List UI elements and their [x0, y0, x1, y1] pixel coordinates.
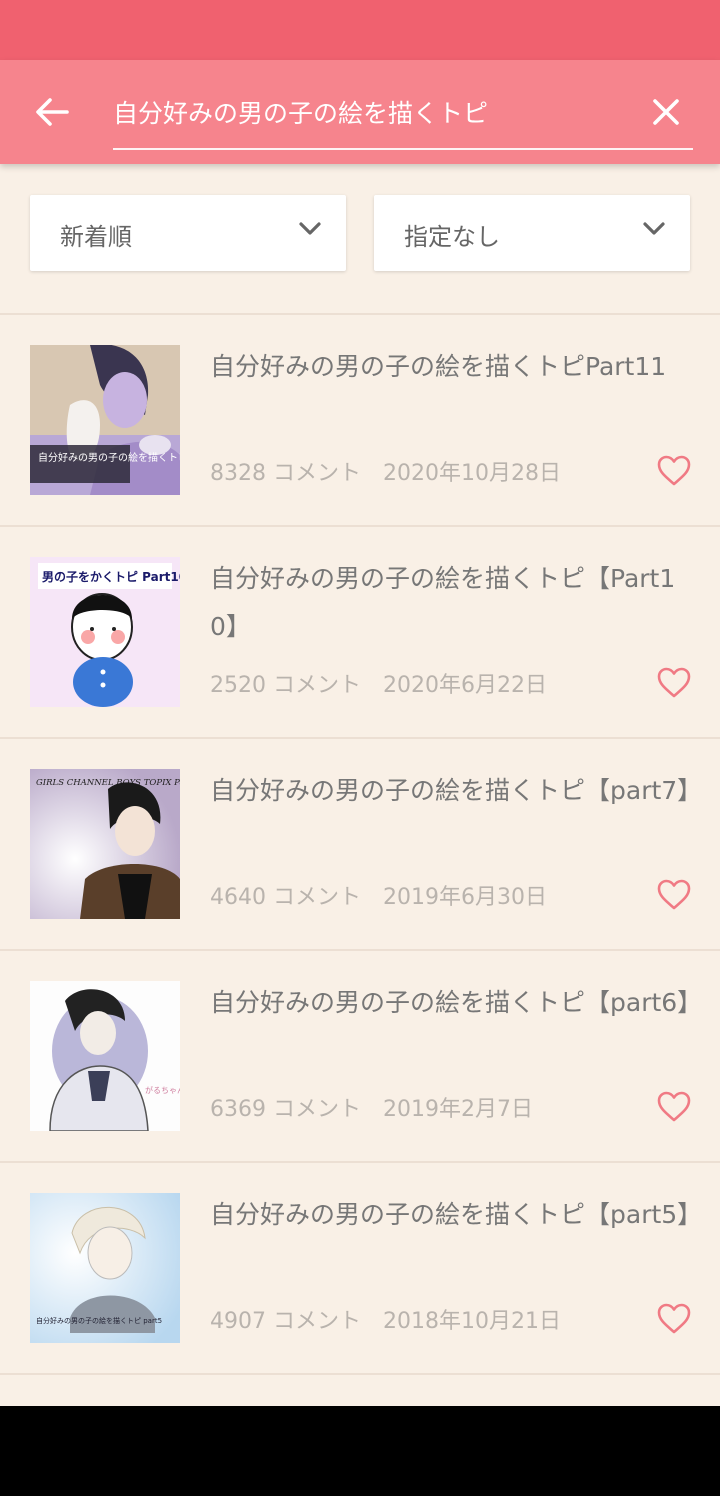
- topic-thumbnail: 自分好みの男の子の絵を描くトピ Part11: [30, 345, 180, 495]
- heart-icon[interactable]: [656, 1301, 692, 1337]
- chevron-down-icon: [643, 222, 665, 235]
- sort-select[interactable]: 新着順: [30, 195, 346, 271]
- topic-date: 2020年10月28日: [382, 461, 561, 486]
- topic-meta: 6369 コメント 2019年2月7日: [210, 1091, 533, 1123]
- thumbnail-caption: 男の子をかくトピ Part10: [42, 570, 180, 584]
- topic-title: 自分好みの男の子の絵を描くトピ【Part10】: [210, 564, 676, 641]
- topic-title: 自分好みの男の子の絵を描くトピ【part5】: [210, 1200, 703, 1229]
- topic-item[interactable]: 男の子をかくトピ Part10 自分好みの男の子の絵を描くトピ【Part10】 …: [0, 527, 720, 739]
- topic-meta: 2520 コメント 2020年6月22日: [210, 667, 547, 699]
- status-bar: [0, 0, 720, 60]
- heart-icon[interactable]: [656, 877, 692, 913]
- search-input[interactable]: [113, 90, 633, 134]
- comment-count: 4640 コメント: [210, 885, 361, 910]
- thumbnail-caption: 自分好みの男の子の絵を描くトピ part5: [36, 1316, 162, 1325]
- comment-count: 6369 コメント: [210, 1097, 361, 1122]
- topic-thumbnail: 男の子をかくトピ Part10: [30, 557, 180, 707]
- topic-date: 2019年6月30日: [382, 885, 547, 910]
- topic-item[interactable]: がるちゃん 男の子 Part6 自分好みの男の子の絵を描くトピ【part6】 6…: [0, 951, 720, 1163]
- comment-count: 4907 コメント: [210, 1309, 361, 1334]
- comment-count: 8328 コメント: [210, 461, 361, 486]
- topic-meta: 4640 コメント 2019年6月30日: [210, 879, 547, 911]
- filter-bar: 新着順 指定なし: [0, 195, 720, 271]
- heart-icon[interactable]: [656, 453, 692, 489]
- topic-date: 2020年6月22日: [382, 673, 547, 698]
- topic-title: 自分好みの男の子の絵を描くトピPart11: [210, 352, 667, 381]
- topic-title: 自分好みの男の子の絵を描くトピ【part6】: [210, 988, 703, 1017]
- topic-item[interactable]: 自分好みの男の子の絵を描くトピ Part11 自分好みの男の子の絵を描くトピPa…: [0, 315, 720, 527]
- topic-list: 自分好みの男の子の絵を描くトピ Part11 自分好みの男の子の絵を描くトピPa…: [0, 313, 720, 1406]
- topic-thumbnail: がるちゃん 男の子 Part6: [30, 981, 180, 1131]
- topic-meta: 8328 コメント 2020年10月28日: [210, 455, 561, 487]
- comment-count: 2520 コメント: [210, 673, 361, 698]
- topic-date: 2018年10月21日: [382, 1309, 561, 1334]
- arrow-left-icon: [36, 98, 69, 126]
- clear-search-button[interactable]: [636, 82, 696, 142]
- sort-select-label: 新着順: [60, 223, 132, 251]
- close-icon: [653, 99, 679, 125]
- app-screen: 新着順 指定なし: [0, 0, 720, 1406]
- topic-meta: 4907 コメント 2018年10月21日: [210, 1303, 561, 1335]
- thumbnail-caption: がるちゃん 男の子 Part6: [145, 1085, 180, 1095]
- list-item-partial: [0, 1375, 720, 1406]
- topic-thumbnail: GIRLS CHANNEL BOYS TOPIX Part7: [30, 769, 180, 919]
- thumbnail-caption: GIRLS CHANNEL BOYS TOPIX Part7: [36, 778, 180, 788]
- navigation-bar-area: [0, 1406, 720, 1496]
- topic-item[interactable]: 自分好みの男の子の絵を描くトピ part5 自分好みの男の子の絵を描くトピ【pa…: [0, 1163, 720, 1375]
- category-select[interactable]: 指定なし: [374, 195, 690, 271]
- search-field[interactable]: [113, 82, 693, 150]
- search-app-bar: [0, 60, 720, 164]
- chevron-down-icon: [299, 222, 321, 235]
- back-button[interactable]: [20, 84, 84, 140]
- topic-thumbnail: 自分好みの男の子の絵を描くトピ part5: [30, 1193, 180, 1343]
- thumbnail-caption: 自分好みの男の子の絵を描くトピ Part11: [38, 451, 180, 464]
- heart-icon[interactable]: [656, 665, 692, 701]
- topic-title: 自分好みの男の子の絵を描くトピ【part7】: [210, 776, 703, 805]
- topic-date: 2019年2月7日: [382, 1097, 533, 1122]
- topic-item[interactable]: GIRLS CHANNEL BOYS TOPIX Part7 自分好みの男の子の…: [0, 739, 720, 951]
- category-select-label: 指定なし: [404, 223, 500, 251]
- heart-icon[interactable]: [656, 1089, 692, 1125]
